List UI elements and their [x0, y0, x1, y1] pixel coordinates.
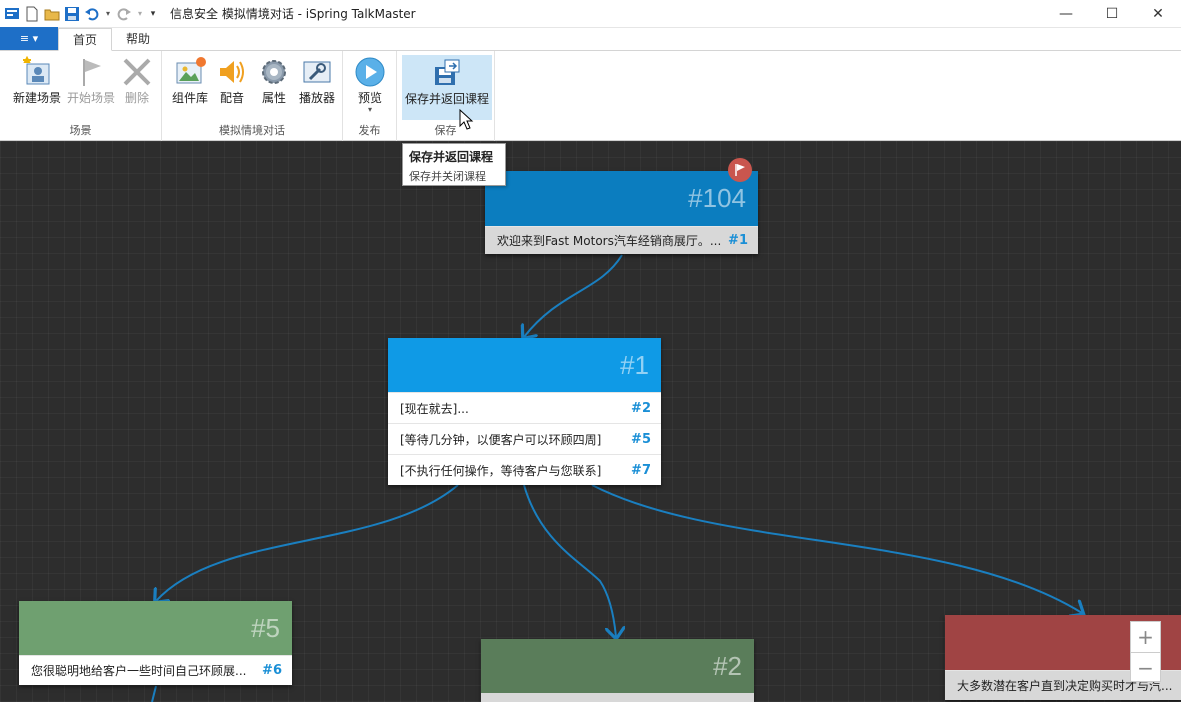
delete-label: 删除 — [124, 91, 149, 105]
new-file-icon[interactable] — [24, 6, 40, 22]
maximize-button[interactable]: ☐ — [1089, 0, 1135, 28]
tab-home[interactable]: 首页 — [58, 28, 113, 51]
preview-label: 预览 — [357, 91, 382, 105]
node-5-header: #5 — [19, 601, 292, 655]
node-1-row-1[interactable]: [现在就去]... #2 — [388, 392, 661, 423]
library-button[interactable]: 组件库 — [168, 55, 212, 106]
group-publish: 预览 ▾ 发布 — [343, 51, 397, 141]
group-simulation-label: 模拟情境对话 — [219, 124, 285, 137]
node-104-header: #104 — [485, 171, 758, 226]
preview-dropdown-icon[interactable]: ▾ — [368, 106, 372, 114]
group-scene-label: 场景 — [69, 124, 92, 137]
group-publish-label: 发布 — [358, 124, 381, 137]
node-1-row-3-ref[interactable]: #7 — [631, 463, 651, 478]
file-menu-button[interactable]: ≡ ▾ — [0, 27, 58, 50]
tooltip-title: 保存并返回课程 — [409, 150, 494, 164]
scene-node-2[interactable]: #2 — [481, 639, 754, 702]
node-5-row-ref[interactable]: #6 — [262, 663, 282, 678]
ribbon: 新建场景 开始场景 删除 场景 组件库 配音 属性 播放器 模拟情境对话 预览 … — [0, 51, 1181, 141]
new-scene-icon — [20, 55, 54, 89]
save-return-button[interactable]: 保存并返回课程 — [402, 55, 492, 120]
app-icon — [4, 6, 20, 22]
zoom-in-button[interactable]: + — [1131, 622, 1160, 652]
node-1-row-1-text: [现在就去]... — [400, 401, 469, 416]
zoom-out-button[interactable]: − — [1131, 652, 1160, 682]
node-1-row-3-text: [不执行任何操作，等待客户与您联系] — [400, 463, 602, 478]
save-return-label: 保存并返回课程 — [404, 92, 489, 106]
node-1-id: #1 — [620, 350, 649, 380]
undo-icon[interactable] — [84, 6, 100, 22]
library-icon — [173, 55, 207, 89]
scene-node-5[interactable]: #5 您很聪明地给客户一些时间自己环顾展... #6 — [19, 601, 292, 685]
start-scene-flag-icon — [728, 158, 752, 182]
open-folder-icon[interactable] — [44, 6, 60, 22]
node-104-row-ref[interactable]: #1 — [728, 233, 748, 248]
flag-icon — [74, 55, 108, 89]
preview-button[interactable]: 预览 ▾ — [350, 55, 390, 114]
close-button[interactable]: ✕ — [1135, 0, 1181, 28]
node-104-id: #104 — [688, 183, 746, 213]
start-scene-label: 开始场景 — [66, 91, 115, 105]
scene-node-1[interactable]: #1 [现在就去]... #2 [等待几分钟，以便客户可以环顾四周] #5 [不… — [388, 338, 661, 485]
scenario-canvas[interactable]: #104 欢迎来到Fast Motors汽车经销商展厅。... #1 #1 [现… — [0, 141, 1181, 702]
save-return-icon — [430, 56, 464, 90]
undo-dropdown-icon[interactable]: ▾ — [104, 6, 112, 22]
group-scene: 新建场景 开始场景 删除 场景 — [0, 51, 162, 141]
player-label: 播放器 — [298, 91, 335, 105]
node-1-row-2-text: [等待几分钟，以便客户可以环顾四周] — [400, 432, 602, 447]
library-label: 组件库 — [171, 91, 208, 105]
delete-button[interactable]: 删除 — [114, 55, 160, 106]
delete-icon — [120, 55, 154, 89]
quick-access-toolbar: ▾ ▾ ▾ — [0, 6, 158, 22]
properties-button[interactable]: 属性 — [254, 55, 294, 106]
ribbon-tabs: ≡ ▾ 首页 帮助 — [0, 27, 1181, 51]
window-title: 信息安全 模拟情境对话 - iSpring TalkMaster — [170, 7, 416, 21]
voice-button[interactable]: 配音 — [212, 55, 252, 106]
node-5-id: #5 — [251, 613, 280, 643]
scene-node-104[interactable]: #104 欢迎来到Fast Motors汽车经销商展厅。... #1 — [485, 171, 758, 254]
node-2-header: #2 — [481, 639, 754, 693]
group-simulation: 组件库 配音 属性 播放器 模拟情境对话 — [162, 51, 343, 141]
new-scene-button[interactable]: 新建场景 — [10, 55, 64, 106]
window-controls: — ☐ ✕ — [1043, 0, 1181, 28]
voice-label: 配音 — [219, 91, 244, 105]
node-104-row-text: 欢迎来到Fast Motors汽车经销商展厅。... — [497, 234, 722, 248]
node-1-header: #1 — [388, 338, 661, 392]
save-return-tooltip: 保存并返回课程 保存并关闭课程 — [402, 143, 506, 186]
title-bar: ▾ ▾ ▾ 信息安全 模拟情境对话 - iSpring TalkMaster —… — [0, 0, 1181, 28]
tab-help[interactable]: 帮助 — [112, 27, 164, 50]
speaker-icon — [215, 55, 249, 89]
start-scene-button[interactable]: 开始场景 — [64, 55, 118, 106]
zoom-control: + − — [1130, 621, 1161, 682]
node-104-row[interactable]: 欢迎来到Fast Motors汽车经销商展厅。... #1 — [485, 226, 758, 254]
minimize-button[interactable]: — — [1043, 0, 1089, 28]
node-1-row-2[interactable]: [等待几分钟，以便客户可以环顾四周] #5 — [388, 423, 661, 454]
node-5-row[interactable]: 您很聪明地给客户一些时间自己环顾展... #6 — [19, 655, 292, 685]
save-icon[interactable] — [64, 6, 80, 22]
properties-label: 属性 — [261, 91, 286, 105]
link-1-to-5[interactable] — [156, 484, 459, 601]
customize-qat-icon[interactable]: ▾ — [148, 6, 158, 22]
node-1-row-1-ref[interactable]: #2 — [631, 401, 651, 416]
mouse-cursor-icon — [459, 109, 474, 130]
gear-icon — [257, 55, 291, 89]
tooltip-description: 保存并关闭课程 — [409, 170, 486, 183]
node-1-row-3[interactable]: [不执行任何操作，等待客户与您联系] #7 — [388, 454, 661, 485]
new-scene-label: 新建场景 — [12, 91, 61, 105]
group-save-label: 保存 — [434, 124, 457, 137]
link-5-down[interactable] — [151, 685, 157, 702]
link-1-to-2[interactable] — [523, 484, 616, 637]
link-104-to-1[interactable] — [524, 254, 623, 337]
wrench-icon — [300, 55, 334, 89]
node-2-id: #2 — [713, 651, 742, 681]
link-1-to-7[interactable] — [591, 484, 1082, 613]
play-icon — [353, 55, 387, 89]
node-1-row-2-ref[interactable]: #5 — [631, 432, 651, 447]
node-5-row-text: 您很聪明地给客户一些时间自己环顾展... — [31, 664, 247, 678]
group-save: 保存并返回课程 保存 — [397, 51, 495, 141]
player-button[interactable]: 播放器 — [294, 55, 340, 106]
node-2-row[interactable] — [481, 693, 754, 702]
redo-icon[interactable] — [116, 6, 132, 22]
redo-dropdown-icon[interactable]: ▾ — [136, 6, 144, 22]
